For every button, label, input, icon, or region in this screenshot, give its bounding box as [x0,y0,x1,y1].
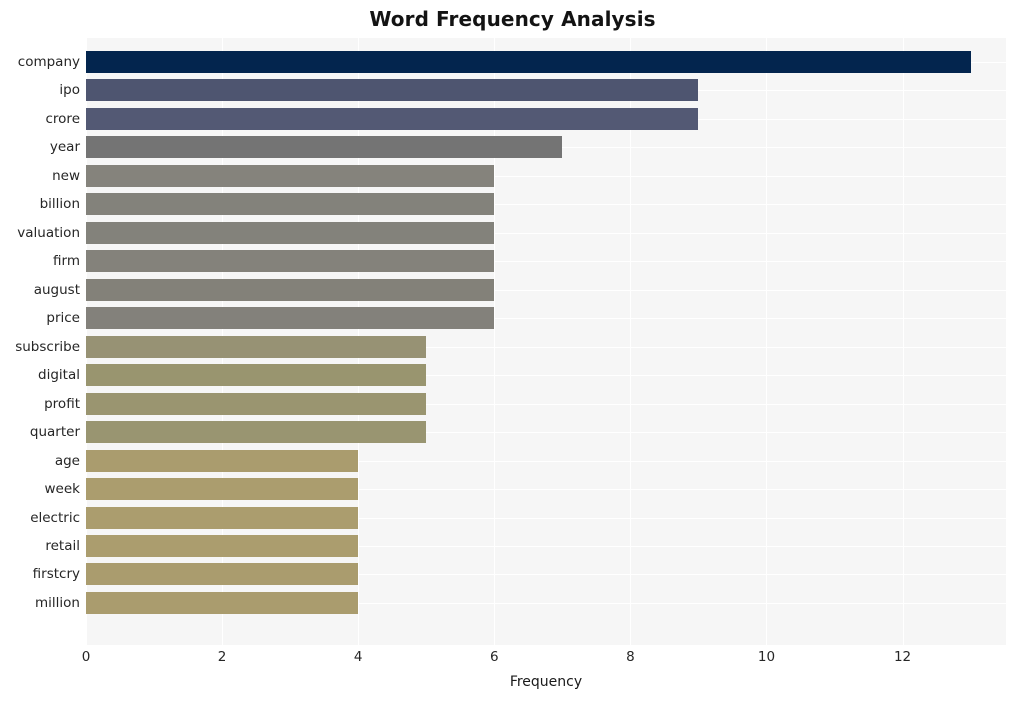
x-tick-label-10: 10 [757,649,776,665]
x-axis-tick-labels: 0 2 4 6 8 10 12 [0,648,1025,670]
bar-company[interactable] [86,51,971,73]
y-tick-label-quarter: quarter [29,424,80,440]
x-tick-label-0: 0 [81,649,91,665]
y-tick-label-ipo: ipo [59,82,80,98]
bar-firm[interactable] [86,250,494,272]
y-tick-label-digital: digital [38,367,80,383]
bar-subscribe[interactable] [86,336,426,358]
bar-new[interactable] [86,165,494,187]
bar-price[interactable] [86,307,494,329]
bar-age[interactable] [86,450,358,472]
y-tick-label-year: year [49,139,80,155]
chart-title: Word Frequency Analysis [369,7,656,31]
y-tick-label-price: price [46,310,80,326]
bar-quarter[interactable] [86,421,426,443]
y-tick-label-profit: profit [44,396,80,412]
y-tick-label-billion: billion [39,196,80,212]
word-frequency-bar-chart: Word Frequency Analysis company ipo crore y… [0,0,1025,701]
bar-digital[interactable] [86,364,426,386]
y-tick-label-subscribe: subscribe [15,339,80,355]
bar-week[interactable] [86,478,358,500]
bar-ipo[interactable] [86,79,698,101]
y-tick-label-company: company [17,54,80,70]
y-tick-label-electric: electric [30,510,80,526]
x-tick-label-2: 2 [217,649,227,665]
bar-august[interactable] [86,279,494,301]
y-tick-label-firm: firm [53,253,80,269]
y-tick-label-week: week [44,481,80,497]
y-tick-label-firstcry: firstcry [32,566,80,582]
y-tick-label-valuation: valuation [17,225,80,241]
y-tick-label-million: million [35,595,80,611]
y-axis-tick-labels: company ipo crore year new billion valuation fi… [0,38,80,645]
x-tick-label-8: 8 [626,649,635,665]
bar-firstcry[interactable] [86,563,358,585]
y-tick-label-age: age [54,453,80,469]
x-tick-label-4: 4 [353,649,363,665]
bar-retail[interactable] [86,535,358,557]
bar-electric[interactable] [86,507,358,529]
bar-crore[interactable] [86,108,698,130]
bar-valuation[interactable] [86,222,494,244]
y-tick-label-new: new [52,168,80,184]
x-tick-label-6: 6 [489,649,499,665]
y-tick-label-august: august [33,282,80,298]
y-tick-label-retail: retail [45,538,80,554]
gridline-vertical [766,38,767,645]
bar-billion[interactable] [86,193,494,215]
x-axis-title: Frequency [509,674,583,690]
bar-million[interactable] [86,592,358,614]
bar-year[interactable] [86,136,562,158]
x-tick-label-12: 12 [893,649,912,665]
y-tick-label-crore: crore [45,111,81,127]
bar-profit[interactable] [86,393,426,415]
plot-area [86,38,1006,645]
gridline-vertical [903,38,904,645]
